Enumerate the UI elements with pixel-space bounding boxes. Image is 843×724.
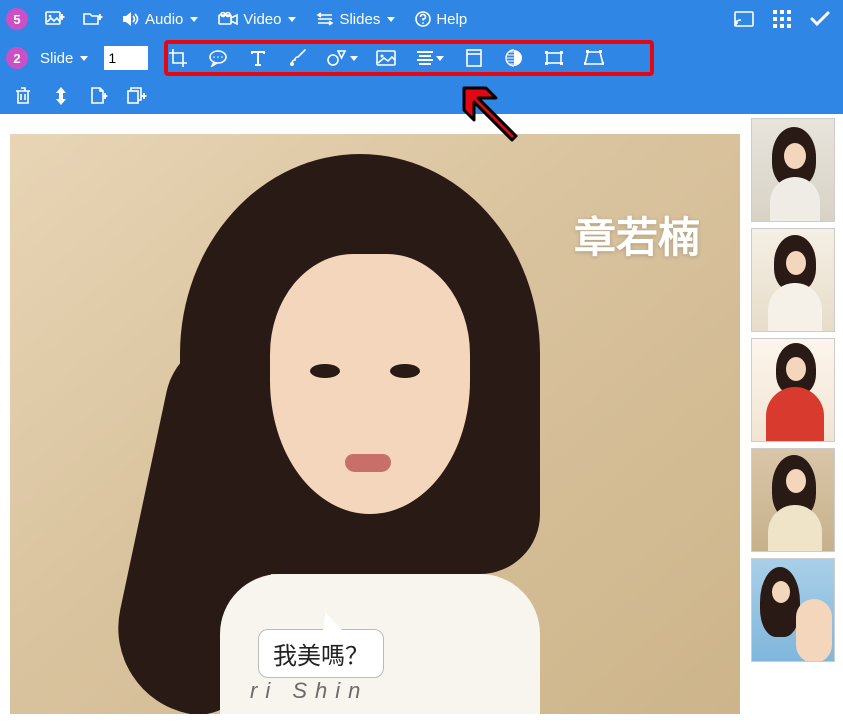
slides-icon (316, 12, 334, 26)
grid-button[interactable] (765, 4, 799, 34)
new-page-button[interactable] (82, 81, 116, 111)
thumbnail-3[interactable] (751, 338, 835, 442)
add-image-button[interactable] (38, 4, 72, 34)
image-icon (376, 50, 396, 66)
duplicate-button[interactable] (120, 81, 154, 111)
title-overlay[interactable]: 章若楠 (574, 204, 700, 265)
audio-label: Audio (145, 11, 183, 28)
thumbnail-2[interactable] (751, 228, 835, 332)
shapes-icon (327, 49, 347, 67)
cast-button[interactable] (727, 4, 761, 34)
crop-icon (169, 49, 187, 67)
thumbnail-4[interactable] (751, 448, 835, 552)
video-menu[interactable]: Video (210, 7, 304, 32)
slide-dropdown[interactable]: Slide (38, 46, 96, 71)
caret-icon (387, 17, 395, 22)
shapes-tool[interactable] (318, 43, 366, 73)
slide-number-input[interactable] (104, 46, 148, 70)
text-tool[interactable] (238, 43, 278, 73)
align-tool[interactable] (406, 43, 454, 73)
caret-icon (288, 17, 296, 22)
trash-icon (15, 87, 31, 105)
done-button[interactable] (803, 4, 837, 34)
action-toolbar (0, 78, 843, 114)
thumbnail-strip (747, 114, 843, 724)
align-icon (417, 51, 433, 65)
image-tool[interactable] (366, 43, 406, 73)
perspective-icon (584, 50, 604, 66)
badge-total: 5 (6, 8, 28, 30)
canvas-area[interactable]: 章若楠 我美嗎？ ri Shin (0, 114, 747, 724)
border-tool[interactable] (454, 43, 494, 73)
caret-icon (350, 56, 358, 61)
copy-plus-icon (127, 87, 147, 105)
reorder-button[interactable] (44, 81, 78, 111)
filter-icon (505, 49, 523, 67)
video-icon (218, 12, 238, 26)
help-menu[interactable]: Help (407, 7, 475, 32)
delete-button[interactable] (6, 81, 40, 111)
slide-label: Slide (40, 50, 73, 67)
speech-bubble[interactable]: 我美嗎？ (258, 629, 384, 678)
main-slide-image[interactable]: 章若楠 我美嗎？ ri Shin (10, 134, 740, 714)
page-plus-icon (90, 87, 108, 105)
annotation-arrow (450, 78, 530, 158)
filter-tool[interactable] (494, 43, 534, 73)
thumbnail-5[interactable] (751, 558, 835, 662)
transform-tool[interactable] (534, 43, 574, 73)
audio-icon (122, 11, 140, 27)
caret-icon (436, 56, 444, 61)
perspective-tool[interactable] (574, 43, 614, 73)
transform-icon (544, 50, 564, 66)
draw-tool[interactable] (278, 43, 318, 73)
caret-icon (190, 17, 198, 22)
speech-icon (208, 49, 228, 67)
audio-menu[interactable]: Audio (114, 7, 206, 32)
signature-text: ri Shin (250, 678, 368, 704)
video-label: Video (243, 11, 281, 28)
add-folder-button[interactable] (76, 4, 110, 34)
caret-icon (80, 56, 88, 61)
badge-current: 2 (6, 47, 28, 69)
thumbnail-1[interactable] (751, 118, 835, 222)
edit-toolbar: 2 Slide (0, 38, 843, 78)
border-icon (466, 49, 482, 67)
text-icon (250, 50, 266, 66)
help-label: Help (436, 11, 467, 28)
main-toolbar: 5 Audio Video Slides Help (0, 0, 843, 38)
tool-row (158, 43, 614, 73)
updown-icon (55, 87, 67, 105)
brush-icon (289, 49, 307, 67)
slides-menu[interactable]: Slides (308, 7, 403, 32)
help-icon (415, 11, 431, 27)
crop-tool[interactable] (158, 43, 198, 73)
speech-bubble-tool[interactable] (198, 43, 238, 73)
slides-label: Slides (339, 11, 380, 28)
